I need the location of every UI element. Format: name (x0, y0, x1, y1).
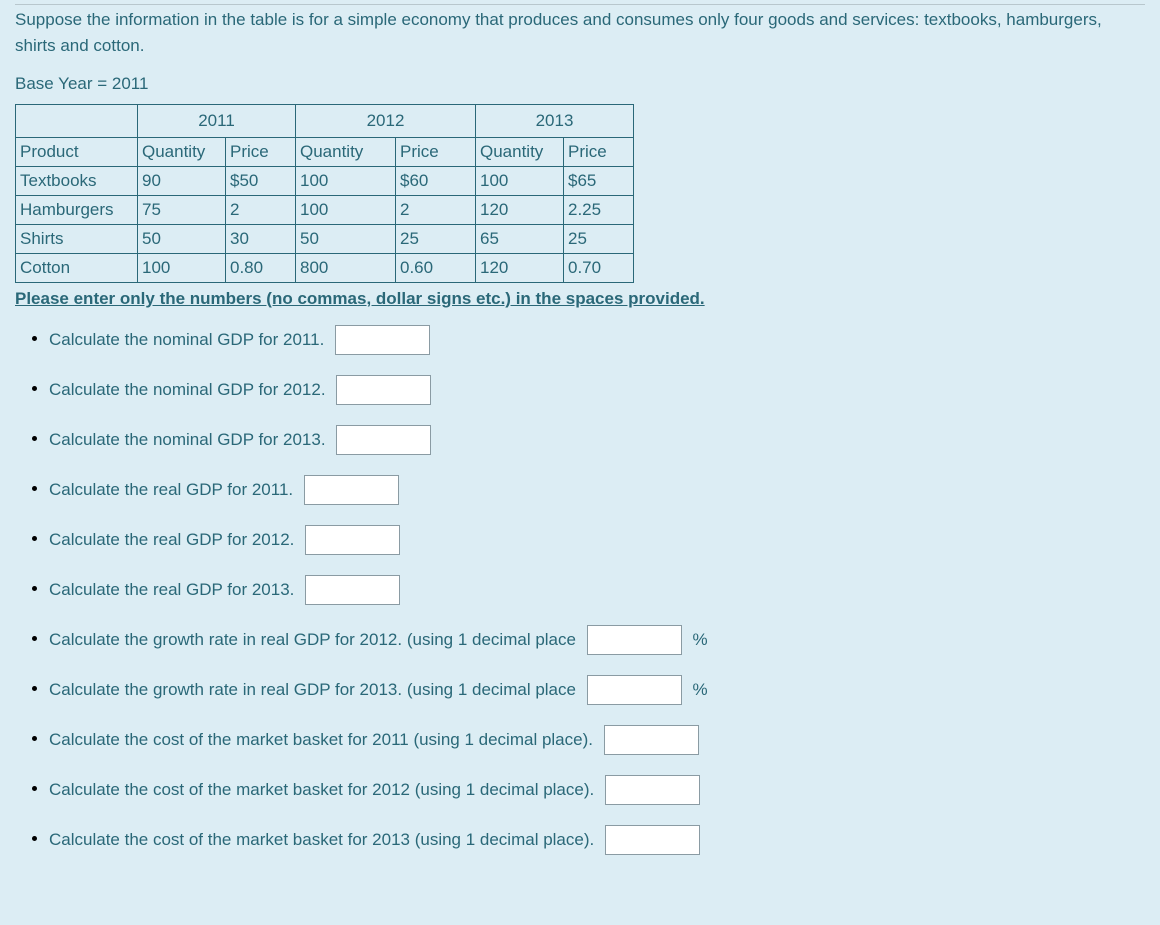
cell-p2: 25 (396, 224, 476, 253)
question-text: Calculate the nominal GDP for 2013. (49, 430, 326, 449)
cell-q1: 100 (138, 253, 226, 282)
question-text: Calculate the cost of the market basket … (49, 830, 594, 849)
list-item: Calculate the growth rate in real GDP fo… (49, 615, 1145, 665)
question-text: Calculate the cost of the market basket … (49, 780, 594, 799)
cell-q2: 100 (296, 166, 396, 195)
percent-label: % (692, 680, 707, 699)
cell-q3: 120 (476, 195, 564, 224)
header-year-2011: 2011 (138, 104, 296, 137)
table-row: Hamburgers 75 2 100 2 120 2.25 (16, 195, 634, 224)
list-item: Calculate the nominal GDP for 2012. (49, 365, 1145, 415)
answer-input-growth-2013[interactable] (587, 675, 682, 705)
cell-q1: 75 (138, 195, 226, 224)
answer-input-real-gdp-2012[interactable] (305, 525, 400, 555)
header-blank (16, 104, 138, 137)
answer-input-real-gdp-2013[interactable] (305, 575, 400, 605)
cell-p1: $50 (226, 166, 296, 195)
cell-q2: 100 (296, 195, 396, 224)
cell-p3: $65 (564, 166, 634, 195)
question-text: Calculate the nominal GDP for 2011. (49, 330, 324, 349)
col-header-price-2013: Price (564, 137, 634, 166)
question-list: Calculate the nominal GDP for 2011. Calc… (15, 315, 1145, 865)
col-header-product: Product (16, 137, 138, 166)
cell-q3: 65 (476, 224, 564, 253)
question-text: Calculate the growth rate in real GDP fo… (49, 630, 576, 649)
answer-input-nominal-gdp-2011[interactable] (335, 325, 430, 355)
cell-p3: 2.25 (564, 195, 634, 224)
list-item: Calculate the nominal GDP for 2013. (49, 415, 1145, 465)
intro-text: Suppose the information in the table is … (15, 4, 1145, 60)
list-item: Calculate the nominal GDP for 2011. (49, 315, 1145, 365)
list-item: Calculate the growth rate in real GDP fo… (49, 665, 1145, 715)
cell-q2: 800 (296, 253, 396, 282)
answer-input-nominal-gdp-2012[interactable] (336, 375, 431, 405)
list-item: Calculate the real GDP for 2011. (49, 465, 1145, 515)
cell-q3: 120 (476, 253, 564, 282)
base-year-text: Base Year = 2011 (15, 74, 1145, 94)
header-year-2012: 2012 (296, 104, 476, 137)
answer-input-nominal-gdp-2013[interactable] (336, 425, 431, 455)
cell-product: Cotton (16, 253, 138, 282)
question-text: Calculate the cost of the market basket … (49, 730, 593, 749)
cell-q1: 90 (138, 166, 226, 195)
cell-p2: 0.60 (396, 253, 476, 282)
cell-q3: 100 (476, 166, 564, 195)
answer-input-basket-2013[interactable] (605, 825, 700, 855)
list-item: Calculate the real GDP for 2013. (49, 565, 1145, 615)
percent-label: % (692, 630, 707, 649)
table-row: Shirts 50 30 50 25 65 25 (16, 224, 634, 253)
answer-input-real-gdp-2011[interactable] (304, 475, 399, 505)
question-text: Calculate the growth rate in real GDP fo… (49, 680, 576, 699)
cell-p1: 0.80 (226, 253, 296, 282)
instruction-text: Please enter only the numbers (no commas… (15, 289, 1145, 309)
cell-p2: 2 (396, 195, 476, 224)
answer-input-basket-2012[interactable] (605, 775, 700, 805)
table-row: Textbooks 90 $50 100 $60 100 $65 (16, 166, 634, 195)
col-header-price-2011: Price (226, 137, 296, 166)
data-table: 2011 2012 2013 Product Quantity Price Qu… (15, 104, 634, 283)
cell-q2: 50 (296, 224, 396, 253)
list-item: Calculate the cost of the market basket … (49, 815, 1145, 865)
col-header-price-2012: Price (396, 137, 476, 166)
cell-p1: 2 (226, 195, 296, 224)
cell-q1: 50 (138, 224, 226, 253)
question-text: Calculate the real GDP for 2011. (49, 480, 293, 499)
col-header-quantity-2012: Quantity (296, 137, 396, 166)
cell-product: Hamburgers (16, 195, 138, 224)
answer-input-growth-2012[interactable] (587, 625, 682, 655)
table-row: Cotton 100 0.80 800 0.60 120 0.70 (16, 253, 634, 282)
question-text: Calculate the real GDP for 2013. (49, 580, 294, 599)
cell-p1: 30 (226, 224, 296, 253)
header-year-2013: 2013 (476, 104, 634, 137)
list-item: Calculate the cost of the market basket … (49, 765, 1145, 815)
cell-p3: 25 (564, 224, 634, 253)
cell-p2: $60 (396, 166, 476, 195)
question-text: Calculate the real GDP for 2012. (49, 530, 294, 549)
cell-p3: 0.70 (564, 253, 634, 282)
list-item: Calculate the cost of the market basket … (49, 715, 1145, 765)
question-text: Calculate the nominal GDP for 2012. (49, 380, 326, 399)
col-header-quantity-2011: Quantity (138, 137, 226, 166)
list-item: Calculate the real GDP for 2012. (49, 515, 1145, 565)
cell-product: Shirts (16, 224, 138, 253)
col-header-quantity-2013: Quantity (476, 137, 564, 166)
answer-input-basket-2011[interactable] (604, 725, 699, 755)
cell-product: Textbooks (16, 166, 138, 195)
